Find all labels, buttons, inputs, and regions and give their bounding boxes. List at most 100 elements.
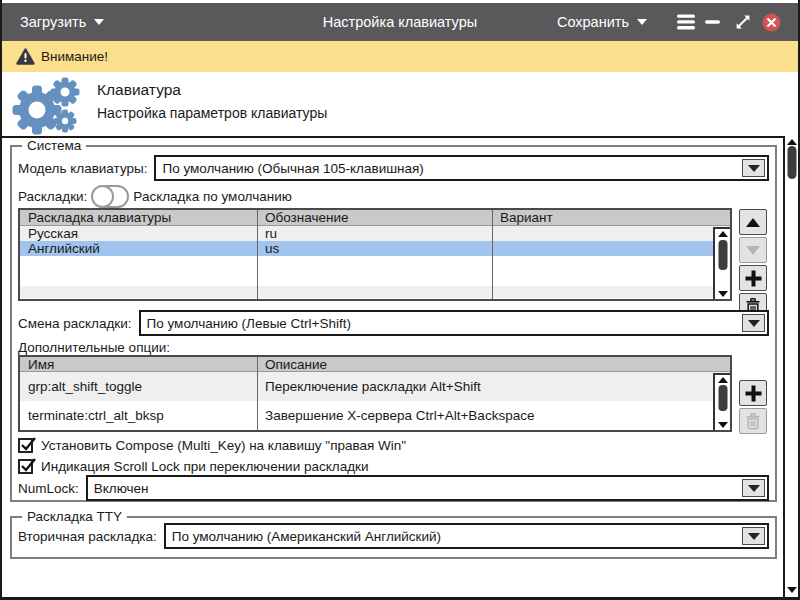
keyboard-module-icon [10,76,90,138]
options-table-buttons [739,380,767,434]
layout-switch-value: По умолчанию (Левые Ctrl+Shift) [147,316,351,331]
table-row-empty [20,256,730,271]
col-header-code[interactable]: Обозначение [257,210,492,225]
close-icon [762,13,781,32]
table-row[interactable]: Русская ru [20,226,730,241]
scrolllock-checkbox-label: Индикация Scroll Lock при переключении р… [41,459,368,474]
warning-bar: Внимание! [2,41,798,72]
chevron-down-icon [94,19,104,25]
dropdown-arrow-button[interactable] [742,527,765,545]
load-button-label: Загрузить [20,14,86,30]
compose-checkbox-label: Установить Compose (Multi_Key) на клавиш… [41,438,406,453]
table-row[interactable]: terminate:ctrl_alt_bksp Завершение X-сер… [20,401,730,430]
scrollbar-thumb[interactable] [718,240,727,270]
add-option-button[interactable] [739,380,767,406]
numlock-select[interactable]: Включен [86,475,769,501]
tty-group: Раскладка TTY Вторичная раскладка: По ум… [10,516,777,559]
chevron-down-icon [748,533,760,540]
plus-icon [745,270,762,287]
menu-button[interactable] [677,14,695,30]
dropdown-arrow-button[interactable] [742,159,765,177]
warning-text: Внимание! [41,49,108,64]
keyboard-settings-window: Настройка клавиатуры Загрузить Сохранить [0,0,800,600]
layouts-toggle[interactable] [91,185,129,208]
chevron-down-icon [748,165,760,172]
keyboard-model-select[interactable]: По умолчанию (Обычная 105-клавишная) [154,155,769,181]
switch-label: Смена раскладки: [18,316,132,331]
numlock-value: Включен [94,481,149,496]
dropdown-arrow-button[interactable] [742,314,765,332]
numlock-label: NumLock: [18,481,79,496]
table-row-selected[interactable]: Английский us [20,241,730,256]
module-header: Клавиатура Настройка параметров клавиату… [2,72,798,136]
layout-table-buttons [739,209,767,319]
options-table-scrollbar[interactable] [713,373,730,430]
scroll-up-icon[interactable] [787,139,797,145]
table-row[interactable]: grp:alt_shift_toggle Переключение раскла… [20,372,730,401]
layout-table-scrollbar[interactable] [713,227,730,299]
expand-icon [734,13,752,31]
chevron-down-icon [637,19,647,25]
trash-icon [745,413,761,430]
scrolllock-checkbox-row: Индикация Scroll Lock при переключении р… [18,458,775,474]
minimize-button[interactable] [705,14,720,30]
table-row-empty [20,286,730,298]
move-down-button-disabled[interactable] [739,237,767,263]
model-label: Модель клавиатуры: [18,161,147,176]
system-group: Система Модель клавиатуры: По умолчанию … [10,145,777,502]
layouts-label: Раскладки: [18,189,87,204]
scroll-down-icon[interactable] [718,291,728,297]
col-header-name[interactable]: Имя [20,357,257,372]
options-table-header: Имя Описание [20,357,730,372]
page-title: Клавиатура [97,81,181,99]
col-header-description[interactable]: Описание [257,357,730,372]
save-button-label: Сохранить [557,14,629,30]
save-button[interactable]: Сохранить [557,14,647,30]
table-row-empty [20,271,730,286]
minimize-icon [705,14,720,30]
scroll-up-icon[interactable] [718,377,728,383]
secondary-layout-select[interactable]: По умолчанию (Американский Английский) [164,523,769,549]
compose-checkbox[interactable] [18,438,33,453]
system-group-legend: Система [22,138,86,153]
warning-icon [16,48,35,65]
move-up-button[interactable] [739,209,767,235]
layout-table: Раскладка клавиатуры Обозначение Вариант… [18,208,732,301]
maximize-button[interactable] [734,13,752,31]
layout-table-header: Раскладка клавиатуры Обозначение Вариант [20,210,730,226]
scrollbar-thumb[interactable] [787,146,796,179]
scroll-up-icon[interactable] [718,231,728,237]
options-label: Дополнительные опции: [18,340,170,355]
hamburger-menu-icon [677,14,695,30]
main-scrollbar[interactable] [785,136,798,597]
chevron-down-icon [748,320,760,327]
check-icon [19,436,36,453]
arrow-up-icon [746,218,760,227]
col-header-variant[interactable]: Вариант [492,210,730,225]
load-button[interactable]: Загрузить [20,14,104,30]
scroll-down-icon[interactable] [718,422,728,428]
compose-checkbox-row: Установить Compose (Multi_Key) на клавиш… [18,437,775,453]
check-icon [19,457,36,474]
keyboard-model-value: По умолчанию (Обычная 105-клавишная) [162,161,423,176]
options-table: Имя Описание grp:alt_shift_toggle Перекл… [18,355,732,432]
col-header-layout[interactable]: Раскладка клавиатуры [20,210,257,225]
layout-switch-select[interactable]: По умолчанию (Левые Ctrl+Shift) [139,310,769,336]
tty-group-legend: Раскладка TTY [22,509,127,524]
delete-option-button-disabled[interactable] [739,408,767,434]
secondary-layout-label: Вторичная раскладка: [18,529,157,544]
scroll-region: Система Модель клавиатуры: По умолчанию … [2,136,798,597]
secondary-layout-value: По умолчанию (Американский Английский) [172,529,441,544]
layouts-toggle-label: Раскладка по умолчанию [133,189,292,204]
scrollbar-thumb[interactable] [718,385,727,411]
titlebar: Настройка клавиатуры Загрузить Сохранить [2,3,798,41]
chevron-down-icon [748,485,760,492]
close-button[interactable] [762,13,781,32]
scrolllock-checkbox[interactable] [18,459,33,474]
plus-icon [745,385,762,402]
page-subtitle: Настройка параметров клавиатуры [97,105,327,121]
dropdown-arrow-button[interactable] [742,479,765,497]
arrow-down-icon [746,246,760,255]
scroll-down-icon[interactable] [787,587,797,593]
add-layout-button[interactable] [739,265,767,291]
